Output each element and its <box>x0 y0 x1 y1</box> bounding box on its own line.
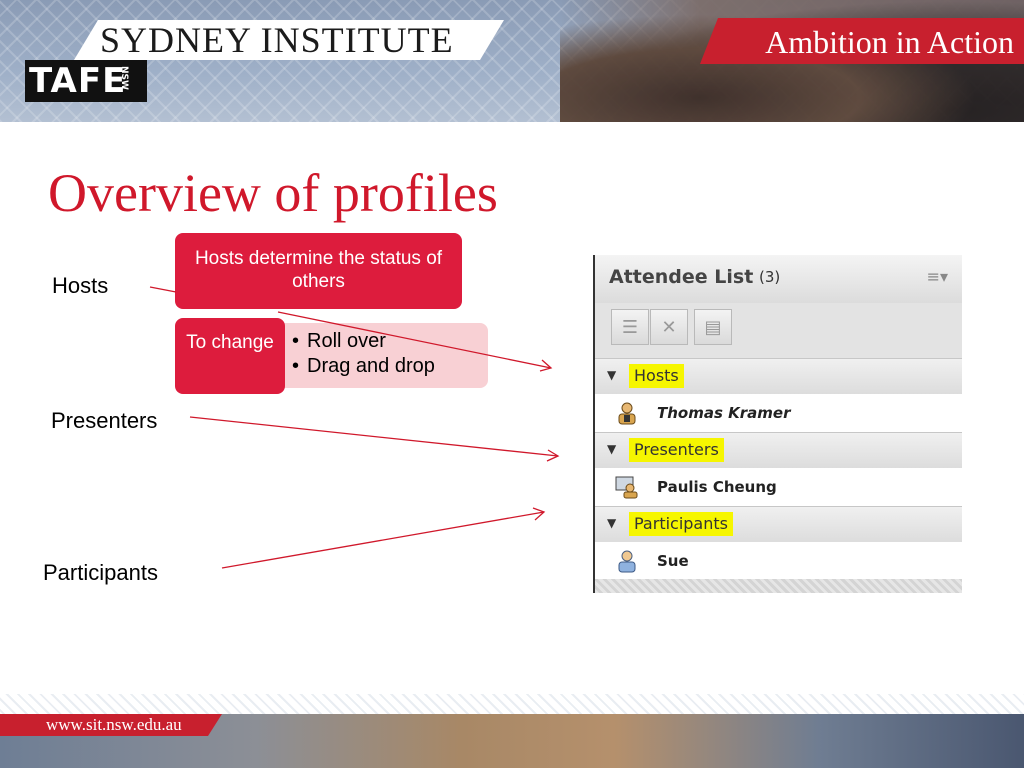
presenter-user-icon <box>615 476 638 499</box>
user-detail-button[interactable]: ▤ <box>694 309 732 345</box>
slide-title: Overview of profiles <box>48 163 498 223</box>
attendee-list-panel: Attendee List (3) ≡▾ ☰ ✕ ▤ ▼ Hosts Thoma… <box>593 255 962 593</box>
list-view-button[interactable]: ☰ <box>611 309 649 345</box>
panel-footer <box>595 579 962 593</box>
hosts-determine-box: Hosts determine the status of others <box>175 233 462 309</box>
to-change-box: To change <box>175 318 285 394</box>
label-presenters: Presenters <box>51 408 158 433</box>
attendee-row[interactable]: Thomas Kramer <box>595 394 962 432</box>
menu-icon[interactable]: ≡▾ <box>927 267 948 286</box>
section-presenters[interactable]: ▼ Presenters <box>595 432 962 470</box>
participant-user-icon <box>618 550 636 573</box>
section-participants[interactable]: ▼ Participants <box>595 506 962 544</box>
header-banner: SYDNEY INSTITUTE TAFE NSW Ambition in Ac… <box>0 0 1024 122</box>
section-name: Hosts <box>629 364 684 388</box>
list-view-icon: ☰ <box>621 316 639 338</box>
attendee-name: Thomas Kramer <box>657 404 791 422</box>
user-card-icon: ▤ <box>704 316 722 338</box>
label-hosts: Hosts <box>52 273 109 298</box>
presenters-arrow <box>189 416 559 457</box>
method-item: Drag and drop <box>292 354 488 379</box>
attendee-count: (3) <box>759 268 781 286</box>
panel-header: Attendee List (3) ≡▾ <box>595 255 962 304</box>
tafe-logo: TAFE NSW <box>25 60 147 102</box>
hosts-connector <box>149 286 177 293</box>
hosts-determine-text: Hosts determine the status of others <box>194 248 443 292</box>
logo-sub: NSW <box>119 66 129 90</box>
attendee-name: Sue <box>657 552 689 570</box>
label-participants: Participants <box>43 560 158 585</box>
collapse-triangle-icon[interactable]: ▼ <box>607 516 616 530</box>
collapse-triangle-icon[interactable]: ▼ <box>607 442 616 456</box>
host-user-icon <box>618 402 636 425</box>
attendee-row[interactable]: Paulis Cheung <box>595 468 962 506</box>
section-hosts[interactable]: ▼ Hosts <box>595 358 962 396</box>
methods-list: Roll over Drag and drop <box>292 329 488 379</box>
section-name: Participants <box>629 512 733 536</box>
panel-toolbar: ☰ ✕ ▤ <box>595 303 962 358</box>
panel-title: Attendee List <box>609 266 754 288</box>
attendee-row[interactable]: Sue <box>595 542 962 580</box>
attendee-name: Paulis Cheung <box>657 478 777 496</box>
methods-box: Roll over Drag and drop <box>270 323 488 388</box>
footer-banner: www.sit.nsw.edu.au <box>0 694 1024 768</box>
presenters-arrow-head <box>546 449 560 462</box>
tagline: Ambition in Action <box>765 24 1014 60</box>
compact-view-button[interactable]: ✕ <box>650 309 688 345</box>
collapse-triangle-icon[interactable]: ▼ <box>607 368 616 382</box>
section-name: Presenters <box>629 438 724 462</box>
method-item: Roll over <box>292 329 488 354</box>
website-url[interactable]: www.sit.nsw.edu.au <box>46 714 182 736</box>
institute-name: SYDNEY INSTITUTE <box>100 20 454 60</box>
participants-arrow-head <box>532 507 546 521</box>
expand-icon: ✕ <box>661 316 677 338</box>
to-change-text: To change <box>186 332 274 353</box>
participants-arrow <box>221 511 545 569</box>
hosts-arrow-head <box>539 359 553 372</box>
